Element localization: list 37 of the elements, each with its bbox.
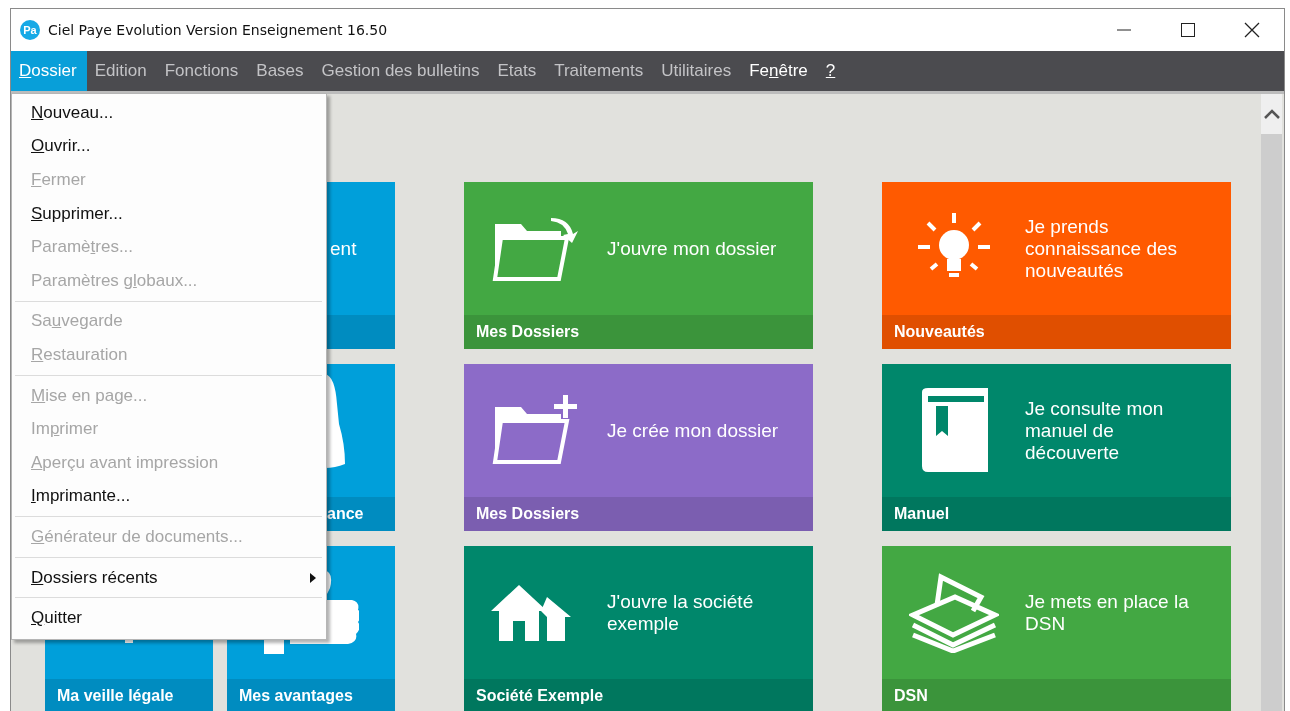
menu-option[interactable]: Quitter: [12, 601, 326, 635]
menu-item[interactable]: ?: [817, 51, 846, 91]
tile-label: Société Exemple: [464, 679, 813, 711]
tile-text: Je crée mon dossier: [607, 419, 780, 442]
maximize-icon: [1181, 23, 1195, 37]
tile[interactable]: Je consulte mon manuel de découverte Manuel: [882, 364, 1231, 531]
paper-stack-icon: [908, 572, 999, 653]
submenu-arrow-icon: [310, 572, 316, 583]
tile-text: ent: [330, 237, 358, 260]
menu-item[interactable]: Dossier: [11, 51, 87, 91]
menu-option[interactable]: Nouveau...: [12, 96, 326, 130]
tile-text: Je mets en place la DSN: [1025, 590, 1190, 635]
tile[interactable]: J'ouvre la société exemple Société Exemple: [464, 546, 813, 711]
tile-text: J'ouvre mon dossier: [607, 237, 778, 260]
tile-label: DSN: [882, 679, 1231, 711]
tile[interactable]: Je crée mon dossier Mes Dossiers: [464, 364, 813, 531]
menu-option[interactable]: Dossiers récents: [12, 560, 326, 595]
close-icon: [1244, 22, 1260, 38]
tile-text: Je consulte mon manuel de découverte: [1025, 397, 1165, 464]
tile-label: Manuel: [882, 497, 1231, 531]
tile-label: Mes Dossiers: [464, 315, 813, 349]
menu-option[interactable]: Supprimer...: [12, 196, 326, 231]
tile-label: Nouveautés: [882, 315, 1231, 349]
tile-text: Je prends connaissance des nouveautés: [1025, 215, 1179, 282]
chevron-up-icon[interactable]: [1263, 109, 1280, 119]
tile-label: Ma veille légale: [45, 679, 213, 711]
tile[interactable]: Je mets en place la DSN DSN: [882, 546, 1231, 711]
app-logo: Pa: [20, 20, 40, 40]
tile[interactable]: J'ouvre mon dossier Mes Dossiers: [464, 182, 813, 349]
tile-label: Mes avantages: [227, 679, 395, 711]
tile[interactable]: Je prends connaissance des nouveautés Nouveautés: [882, 182, 1231, 349]
scrollbar[interactable]: [1261, 94, 1282, 711]
menu-option[interactable]: Ouvrir...: [12, 129, 326, 164]
window-title: Ciel Paye Evolution Version Enseignement 16.50: [48, 22, 388, 38]
menu-item[interactable]: Fenêtre: [741, 51, 818, 91]
tile-text: J'ouvre la société exemple: [607, 590, 755, 635]
tile-label: Mes Dossiers: [464, 497, 813, 531]
